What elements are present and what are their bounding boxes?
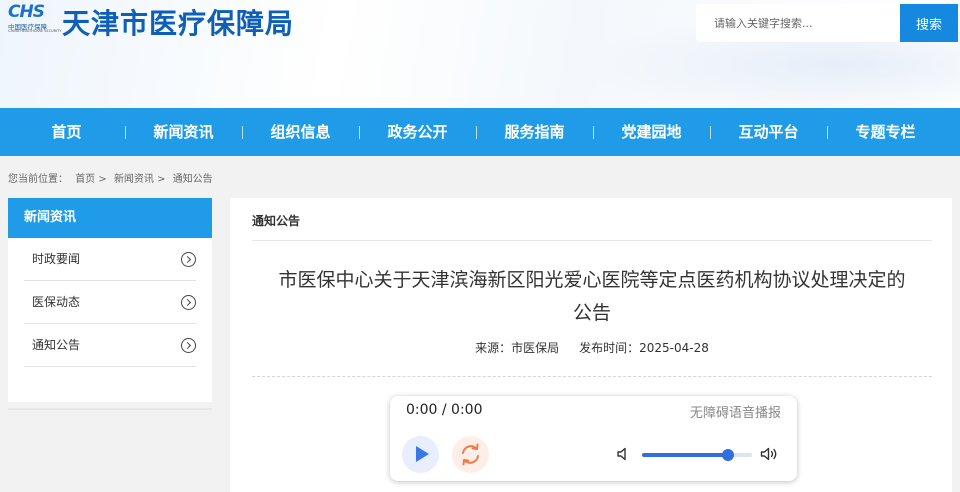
volume-slider[interactable] (642, 449, 752, 461)
sidebar-item-label: 时政要闻 (32, 252, 81, 266)
loop-icon (462, 443, 479, 466)
breadcrumb: 您当前位置： 首页 > 新闻资讯 > 通知公告 (8, 170, 217, 185)
sidebar-divider (8, 408, 212, 410)
nav-item-news[interactable]: 新闻资讯 (125, 108, 242, 156)
sidebar-title[interactable]: 新闻资讯 (8, 198, 212, 238)
search-input[interactable] (696, 4, 900, 42)
breadcrumb-news[interactable]: 新闻资讯 > (114, 174, 166, 185)
sidebar-item-label: 医保动态 (32, 295, 81, 309)
sidebar-item-medical-insurance-news[interactable]: 医保动态 (24, 281, 196, 324)
chs-logo[interactable]: CHS 中国医疗保障 CHINA HEALTHCARE SECURITY (8, 2, 62, 36)
search-button[interactable]: 搜索 (900, 4, 958, 42)
logo-mark: CHS (8, 2, 45, 22)
time-display: 0:00 / 0:00 (406, 402, 483, 418)
volume-low-icon[interactable] (616, 446, 632, 462)
article-meta: 来源：市医保局 发布时间：2025-04-28 (252, 339, 932, 356)
nav-item-service-guide[interactable]: 服务指南 (476, 108, 593, 156)
sidebar: 新闻资讯 时政要闻 医保动态 通知公告 (8, 198, 212, 402)
nav-item-interaction[interactable]: 互动平台 (710, 108, 827, 156)
chevron-right-circle-icon (181, 295, 196, 310)
article-publish-date: 发布时间：2025-04-28 (579, 341, 709, 355)
site-header: CHS 中国医疗保障 CHINA HEALTHCARE SECURITY 天津市… (0, 0, 960, 108)
sidebar-item-notices[interactable]: 通知公告 (24, 324, 196, 367)
chevron-right-circle-icon (181, 338, 196, 353)
sidebar-item-label: 通知公告 (32, 338, 81, 352)
breadcrumb-current[interactable]: 通知公告 (173, 174, 213, 185)
article-source: 来源：市医保局 (475, 341, 560, 355)
nav-item-organization[interactable]: 组织信息 (242, 108, 359, 156)
article-title: 市医保中心关于天津滨海新区阳光爱心医院等定点医药机构协议处理决定的 公告 (252, 264, 932, 330)
nav-item-party-building[interactable]: 党建园地 (593, 108, 710, 156)
volume-slider-fill (642, 453, 728, 457)
nav-item-government-affairs[interactable]: 政务公开 (359, 108, 476, 156)
breadcrumb-prefix: 您当前位置： (8, 174, 68, 185)
article-title-line-1: 市医保中心关于天津滨海新区阳光爱心医院等定点医药机构协议处理决定的 (278, 269, 906, 291)
nav-item-special-topics[interactable]: 专题专栏 (827, 108, 944, 156)
volume-high-icon[interactable] (760, 445, 780, 463)
breadcrumb-home[interactable]: 首页 > (75, 174, 107, 185)
volume-slider-thumb[interactable] (721, 449, 734, 461)
search-box (696, 4, 900, 42)
loop-button[interactable] (452, 436, 489, 473)
article-title-line-2: 公告 (572, 302, 611, 324)
main-nav: 首页 新闻资讯 组织信息 政务公开 服务指南 党建园地 互动平台 专题专栏 (0, 108, 960, 156)
meta-divider (252, 376, 932, 377)
chevron-right-circle-icon (181, 252, 196, 267)
logo-en-text: CHINA HEALTHCARE SECURITY (8, 29, 62, 33)
main-content: 通知公告 市医保中心关于天津滨海新区阳光爱心医院等定点医药机构协议处理决定的 公… (230, 198, 952, 492)
play-button[interactable] (402, 436, 439, 473)
nav-item-home[interactable]: 首页 (8, 108, 125, 156)
content-divider (252, 240, 932, 241)
sidebar-item-politics-news[interactable]: 时政要闻 (24, 238, 196, 281)
audio-player: 0:00 / 0:00 无障碍语音播报 (390, 396, 797, 481)
accessibility-voice-label: 无障碍语音播报 (689, 406, 781, 421)
site-title[interactable]: 天津市医疗保障局 (62, 2, 294, 42)
section-heading: 通知公告 (252, 214, 301, 228)
